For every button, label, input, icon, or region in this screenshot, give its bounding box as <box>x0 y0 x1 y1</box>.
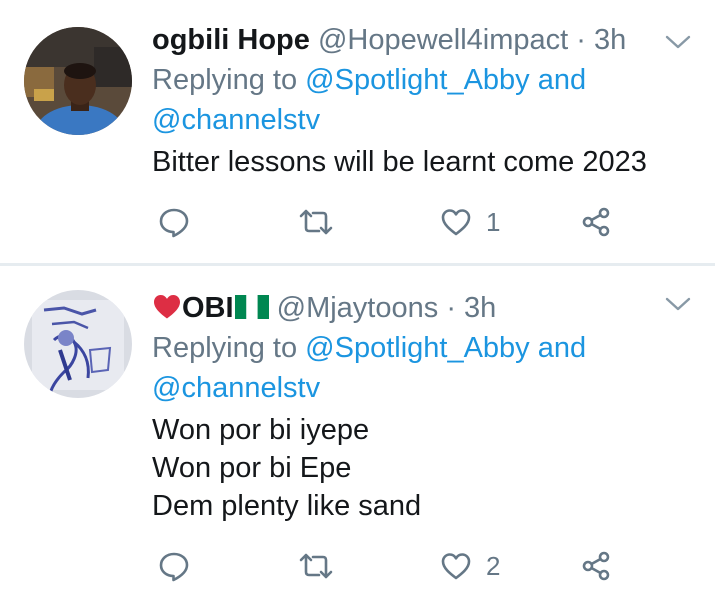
retweet-icon <box>299 209 333 235</box>
tweet-text-line: Won por bi Epe <box>152 452 352 484</box>
tweet-content: OBI @Mjaytoons · 3h Replying to @Spotlig… <box>152 288 695 525</box>
nigeria-flag-icon <box>234 295 269 319</box>
tweet-header: ogbili Hope @Hopewell4impact · 3h <box>152 20 695 60</box>
replying-to: Replying to @Spotlight_Abby and @channel… <box>152 328 695 408</box>
like-count: 1 <box>486 207 501 237</box>
share-button[interactable] <box>580 202 612 242</box>
tweet-header: OBI @Mjaytoons · 3h <box>152 288 695 328</box>
timestamp[interactable]: 3h <box>594 24 626 56</box>
share-icon <box>582 207 610 237</box>
share-icon <box>582 551 610 581</box>
user-handle[interactable]: @Mjaytoons <box>277 292 439 324</box>
separator-dot: · <box>446 292 456 324</box>
avatar[interactable] <box>24 290 132 398</box>
retweet-button[interactable] <box>298 202 334 242</box>
user-handle[interactable]: @Hopewell4impact <box>318 24 568 56</box>
reply-icon <box>159 552 189 582</box>
separator-dot: · <box>576 24 586 56</box>
avatar[interactable] <box>24 27 132 135</box>
like-count: 2 <box>486 551 501 581</box>
tweet-actions: 1 <box>152 202 695 242</box>
share-button[interactable] <box>580 546 612 586</box>
tweet-card[interactable]: ogbili Hope @Hopewell4impact · 3h Replyi… <box>0 0 715 263</box>
heart-icon <box>441 209 471 236</box>
reply-icon <box>159 208 189 238</box>
mention-link[interactable]: @channelstv <box>152 372 320 404</box>
tweet-text: Won por bi iyepe Won por bi Epe Dem plen… <box>152 411 695 525</box>
like-button[interactable]: 1 <box>440 202 500 242</box>
tweet-text-line: Dem plenty like sand <box>152 490 422 522</box>
display-name[interactable]: OBI <box>182 292 234 324</box>
chevron-down-icon[interactable] <box>665 296 691 312</box>
tweet-content: ogbili Hope @Hopewell4impact · 3h Replyi… <box>152 20 695 181</box>
red-heart-emoji-icon <box>154 295 180 319</box>
mention-link[interactable]: @Spotlight_Abby <box>305 64 530 96</box>
replying-and[interactable]: and <box>530 64 586 96</box>
heart-icon <box>441 553 471 580</box>
chevron-down-icon[interactable] <box>665 34 691 50</box>
tweet-text: Bitter lessons will be learnt come 2023 <box>152 143 695 181</box>
retweet-button[interactable] <box>298 546 334 586</box>
timestamp[interactable]: 3h <box>464 292 496 324</box>
replying-and[interactable]: and <box>530 332 586 364</box>
replying-to: Replying to @Spotlight_Abby and @channel… <box>152 60 695 140</box>
display-name[interactable]: ogbili Hope <box>152 24 310 56</box>
tweet-actions: 2 <box>152 546 695 586</box>
tweet-text-line: Bitter lessons will be learnt come 2023 <box>152 146 647 178</box>
tweet-feed: ogbili Hope @Hopewell4impact · 3h Replyi… <box>0 0 715 610</box>
mention-link[interactable]: @channelstv <box>152 104 320 136</box>
tweet-text-line: Won por bi iyepe <box>152 414 370 446</box>
replying-prefix: Replying to <box>152 64 306 96</box>
reply-button[interactable] <box>158 202 190 242</box>
like-button[interactable]: 2 <box>440 546 500 586</box>
tweet-card[interactable]: OBI @Mjaytoons · 3h Replying to @Spotlig… <box>0 266 715 610</box>
retweet-icon <box>299 553 333 579</box>
reply-button[interactable] <box>158 546 190 586</box>
replying-prefix: Replying to <box>152 332 306 364</box>
mention-link[interactable]: @Spotlight_Abby <box>305 332 530 364</box>
